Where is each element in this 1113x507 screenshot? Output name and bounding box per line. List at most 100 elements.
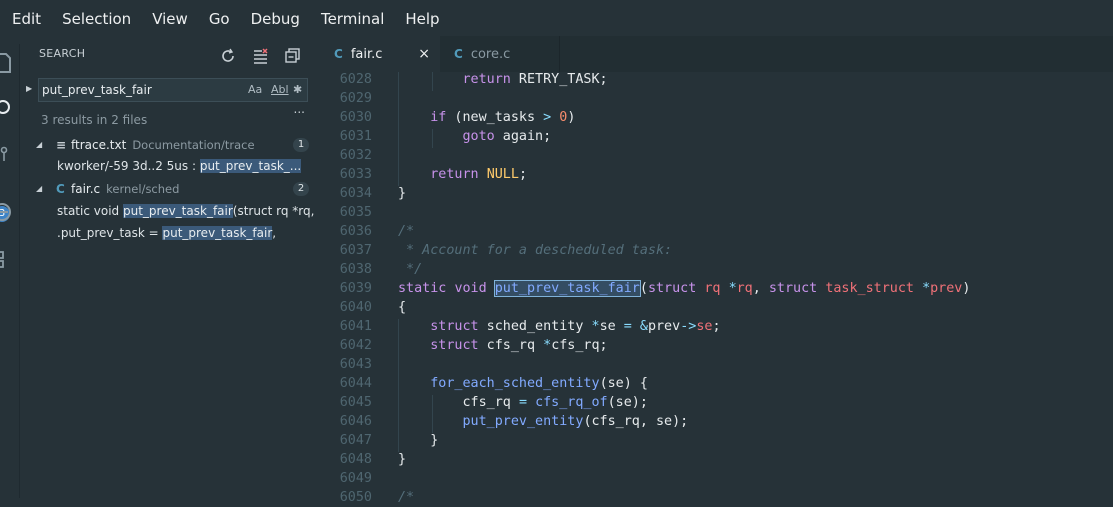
code-line[interactable]: 6043	[320, 355, 1113, 374]
line-number: 6048	[339, 452, 372, 467]
tab-label: fair.c	[350, 47, 383, 62]
explorer-icon[interactable]	[0, 50, 19, 74]
search-box[interactable]: Aa Abl ✱	[38, 78, 308, 102]
use-regex-button[interactable]: ✱	[293, 83, 302, 96]
code-line[interactable]: 6030 if (new_tasks > 0)	[320, 108, 1113, 127]
result-file-fair[interactable]: ◢ C fair.c kernel/sched 2	[20, 178, 319, 200]
code-line[interactable]: 6038 */	[320, 260, 1113, 279]
code-line[interactable]: 6037 * Account for a descheduled task:	[320, 241, 1113, 260]
more-actions-icon[interactable]: ...	[294, 102, 305, 116]
sidebar-title: SEARCH	[39, 47, 86, 60]
close-icon[interactable]: ×	[418, 36, 430, 72]
line-number: 6031	[339, 129, 372, 144]
line-code: if (new_tasks > 0)	[430, 110, 576, 125]
code-line[interactable]: 6040 {	[320, 298, 1113, 317]
line-number: 6030	[339, 110, 372, 125]
line-number: 6032	[339, 148, 372, 163]
code-line[interactable]: 6045 cfs_rq = cfs_rq_of(se);	[320, 393, 1113, 412]
line-number: 6037	[339, 243, 372, 258]
menu-selection[interactable]: Selection	[61, 9, 141, 33]
code-line[interactable]: 6029	[320, 89, 1113, 108]
code-line[interactable]: 6039 static void put_prev_task_fair(struc…	[320, 279, 1113, 298]
menu-edit[interactable]: Edit	[11, 9, 51, 33]
menu-view[interactable]: View	[151, 9, 198, 33]
code-line[interactable]: 6032	[320, 146, 1113, 165]
line-number: 6049	[339, 471, 372, 486]
match-line[interactable]: static void put_prev_task_fair(struct rq…	[57, 200, 317, 222]
code-line[interactable]: 6036 /*	[320, 222, 1113, 241]
line-number: 6041	[339, 319, 372, 334]
c-file-icon: C	[56, 182, 65, 196]
collapse-all-icon[interactable]	[285, 48, 301, 64]
match-highlight: put_prev_task_fair	[162, 226, 273, 240]
code-line[interactable]: 6047 }	[320, 431, 1113, 450]
c-file-icon: C	[334, 47, 343, 61]
tab-label: core.c	[470, 47, 511, 62]
line-code: /*	[398, 224, 415, 239]
clear-results-icon[interactable]	[253, 48, 269, 64]
refresh-icon[interactable]	[221, 48, 237, 64]
match-highlight: put_prev_task_...	[199, 159, 302, 173]
file-path: Documentation/trace	[132, 138, 255, 152]
line-code: return RETRY_TASK;	[462, 72, 608, 87]
code-line[interactable]: 6044 for_each_sched_entity(se) {	[320, 374, 1113, 393]
search-icon[interactable]	[0, 96, 19, 120]
code-line[interactable]: 6035	[320, 203, 1113, 222]
debug-icon[interactable]	[0, 200, 19, 224]
tab-fair-c[interactable]: Cfair.c ×	[320, 36, 440, 72]
search-input[interactable]	[42, 81, 242, 99]
line-code: goto again;	[462, 129, 552, 144]
code-line[interactable]: 6049	[320, 469, 1113, 488]
result-file-ftrace[interactable]: ◢ ≡ ftrace.txt Documentation/trace 1	[20, 134, 319, 156]
tab-core-c[interactable]: Ccore.c	[440, 36, 560, 72]
menu-go[interactable]: Go	[208, 9, 240, 33]
line-code: for_each_sched_entity(se) {	[430, 376, 648, 391]
line-number: 6036	[339, 224, 372, 239]
activity-bar: 3	[0, 44, 20, 498]
source-control-icon[interactable]	[0, 144, 19, 168]
extensions-icon[interactable]	[0, 248, 19, 272]
match-prefix: .put_prev_task =	[57, 226, 163, 240]
match-suffix: (struct rq *rq, ...	[232, 204, 317, 218]
code-editor[interactable]: 6028 return RETRY_TASK; 6029 6030 if (new_…	[320, 70, 1113, 505]
toggle-replace-icon[interactable]: ▶	[26, 84, 34, 96]
match-prefix: static void	[57, 204, 123, 218]
line-number: 6029	[339, 91, 372, 106]
menu-debug[interactable]: Debug	[250, 9, 310, 33]
line-number: 6033	[339, 167, 372, 182]
line-number: 6047	[339, 433, 372, 448]
match-line[interactable]: .put_prev_task = put_prev_task_fair,	[57, 222, 317, 244]
code-line[interactable]: 6042 struct cfs_rq *cfs_rq;	[320, 336, 1113, 355]
match-whole-word-button[interactable]: Abl	[271, 83, 289, 96]
match-count-badge: 1	[293, 138, 309, 152]
match-highlight: put_prev_task_fair	[122, 204, 233, 218]
code-line[interactable]: 6041 struct sched_entity *se = &prev->se…	[320, 317, 1113, 336]
code-line[interactable]: 6028 return RETRY_TASK;	[320, 70, 1113, 89]
code-line[interactable]: 6048}	[320, 450, 1113, 469]
file-path: kernel/sched	[106, 182, 180, 196]
match-case-button[interactable]: Aa	[248, 83, 262, 96]
line-code: */	[398, 262, 423, 277]
code-line[interactable]: 6034}	[320, 184, 1113, 203]
line-number: 6043	[339, 357, 372, 372]
line-number: 6046	[339, 414, 372, 429]
match-suffix: ,	[272, 226, 277, 240]
text-file-icon: ≡	[56, 138, 67, 152]
line-number: 6042	[339, 338, 372, 353]
expanded-chevron-icon[interactable]: ◢	[36, 178, 42, 200]
match-line[interactable]: kworker/-59 3d..2 5us : put_prev_task_..…	[57, 155, 317, 177]
line-code: static void put_prev_task_fair(struct rq…	[398, 280, 971, 297]
expanded-chevron-icon[interactable]: ◢	[36, 134, 42, 156]
code-line[interactable]: 6046 put_prev_entity(cfs_rq, se);	[320, 412, 1113, 431]
line-number: 6044	[339, 376, 372, 391]
result-count: 3 results in 2 files	[41, 113, 148, 127]
code-line[interactable]: 6033 return NULL;	[320, 165, 1113, 184]
file-name: fair.c	[71, 182, 101, 196]
menu-help[interactable]: Help	[404, 9, 449, 33]
line-code: {	[398, 300, 407, 315]
line-number: 6045	[339, 395, 372, 410]
menu-terminal[interactable]: Terminal	[320, 9, 394, 33]
code-line[interactable]: 6031 goto again;	[320, 127, 1113, 146]
line-code: * Account for a descheduled task:	[398, 243, 673, 258]
line-code: }	[398, 452, 407, 467]
